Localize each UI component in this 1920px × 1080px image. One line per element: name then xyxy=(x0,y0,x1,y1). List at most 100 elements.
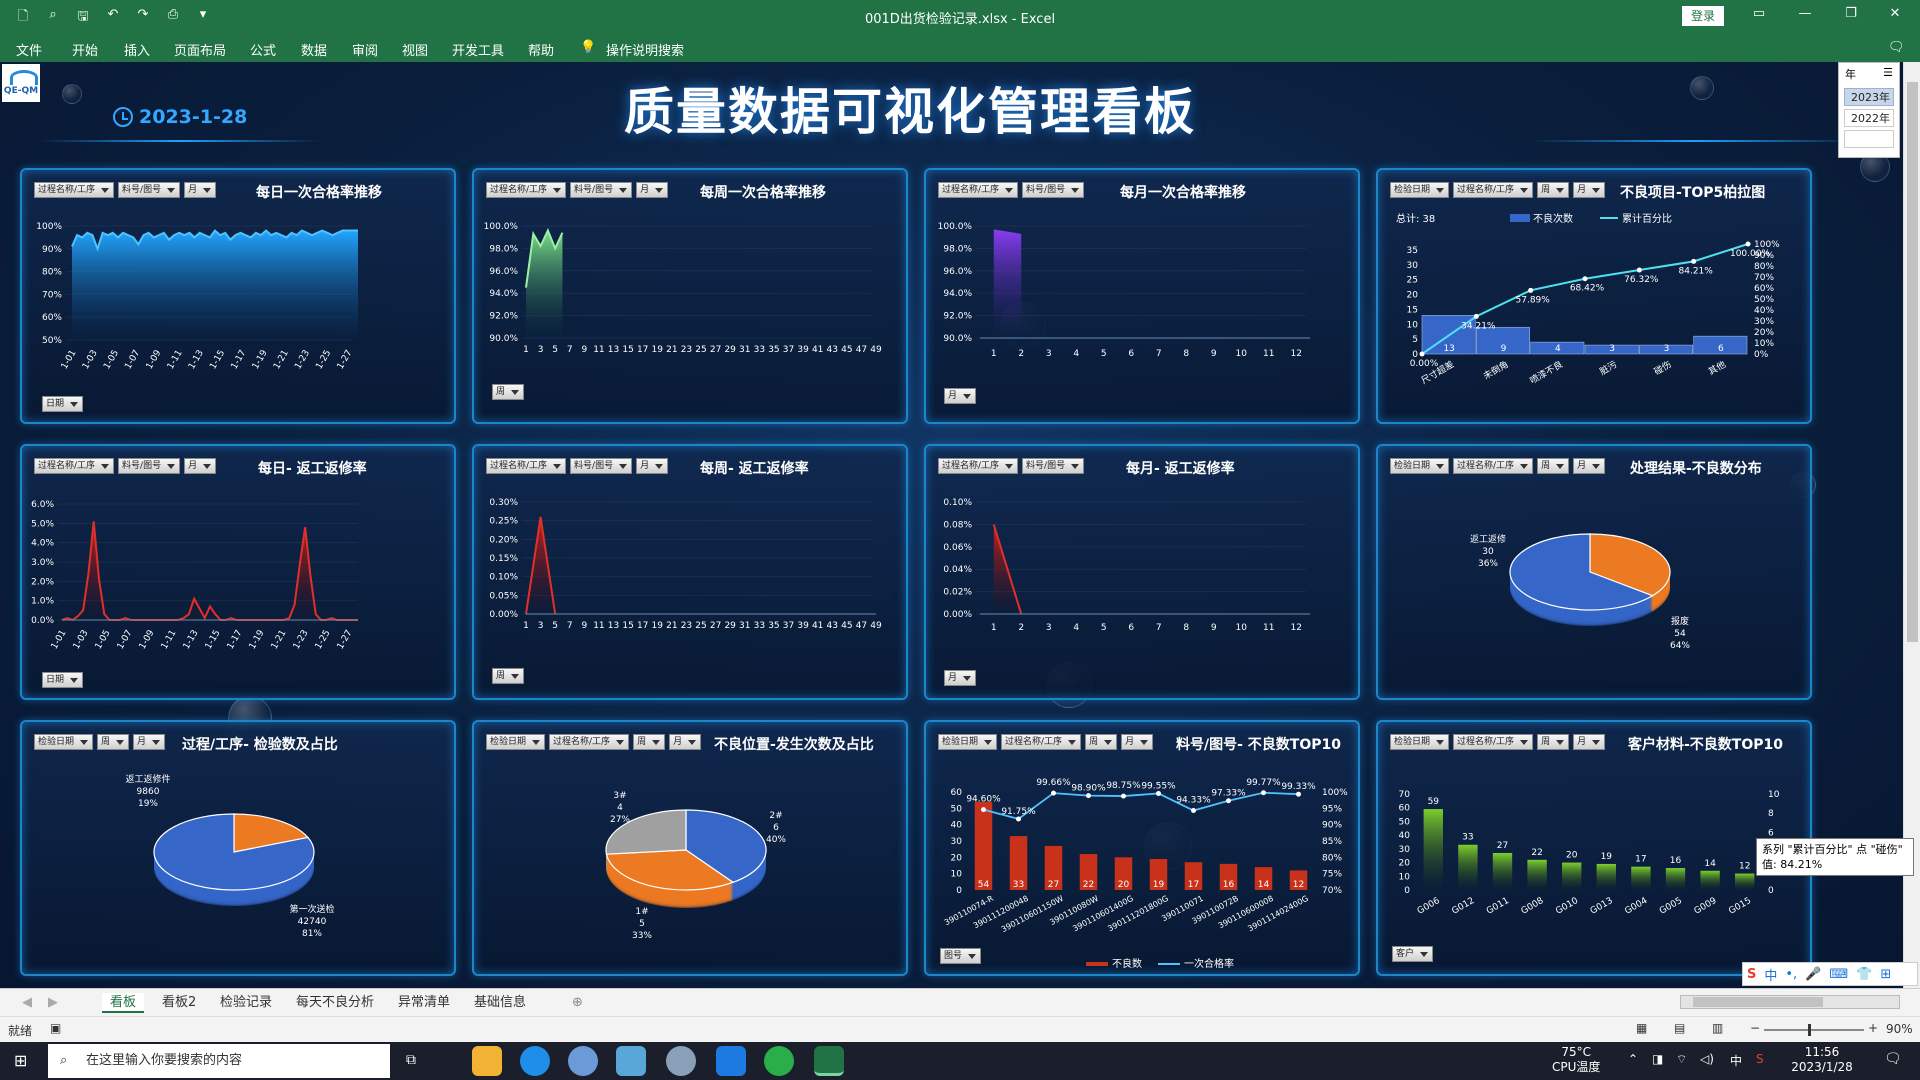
rate-point xyxy=(981,807,986,813)
close-button[interactable]: ✕ xyxy=(1880,6,1910,21)
page-layout-icon[interactable]: ▤ xyxy=(1674,1021,1685,1035)
login-button[interactable]: 登录 xyxy=(1682,6,1724,26)
zoom-slider[interactable] xyxy=(1764,1024,1864,1036)
tab-help[interactable]: 帮助 xyxy=(528,40,554,59)
x-tick-label: 17 xyxy=(637,345,648,355)
ime-mode[interactable]: 中 xyxy=(1764,965,1777,984)
chat-app-icon[interactable] xyxy=(666,1046,696,1076)
notification-icon[interactable]: 🗨 xyxy=(1884,1051,1902,1067)
y-tick-label: 0.15% xyxy=(489,554,518,564)
keyboard-icon[interactable]: ⌨ xyxy=(1829,967,1848,982)
bar-value-label: 17 xyxy=(1635,855,1646,865)
tab-formulas[interactable]: 公式 xyxy=(250,40,276,59)
wifi-icon[interactable]: ⌔ xyxy=(1676,1052,1687,1067)
ribbon-display-icon[interactable]: ▭ xyxy=(1744,6,1774,21)
slicer-item-blank[interactable] xyxy=(1844,130,1894,148)
file-explorer-icon[interactable] xyxy=(472,1046,502,1076)
tab-developer[interactable]: 开发工具 xyxy=(452,40,504,59)
slicer-item-2022[interactable]: 2022年 xyxy=(1844,109,1894,127)
task-view-icon[interactable]: ⧉ xyxy=(406,1052,416,1068)
axis-week-button[interactable]: 周 xyxy=(492,668,525,684)
sheet-tab-dashboard[interactable]: 看板 xyxy=(102,993,145,1013)
slicer-item-2023[interactable]: 2023年 xyxy=(1844,88,1894,106)
edge-icon[interactable] xyxy=(520,1046,550,1076)
zoom-out-icon[interactable]: − xyxy=(1750,1021,1760,1035)
y-tick-label: 20 xyxy=(1407,291,1419,301)
tab-prev-icon[interactable]: ◀ xyxy=(22,993,32,1013)
tab-next-icon[interactable]: ▶ xyxy=(48,993,58,1013)
axis-customer-button[interactable]: 客户 xyxy=(1392,946,1434,962)
restore-button[interactable]: ❐ xyxy=(1836,6,1866,21)
y-tick-label: 50 xyxy=(1399,817,1411,827)
bar-value-label: 17 xyxy=(1188,880,1199,890)
taskbar-search[interactable]: ⌕ 在这里输入你要搜索的内容 xyxy=(48,1044,390,1078)
y-tick-label: 94.0% xyxy=(489,289,518,299)
sheet-tab-dashboard2[interactable]: 看板2 xyxy=(162,993,196,1013)
axis-part-button[interactable]: 图号 xyxy=(940,948,982,964)
sheet-tab-records[interactable]: 检验记录 xyxy=(220,993,272,1013)
input-method[interactable]: 中 xyxy=(1730,1052,1742,1069)
x-tick-label: 12 xyxy=(1291,623,1302,633)
x-tick-label: 23 xyxy=(681,621,692,631)
legend-label: 不良次数 xyxy=(1533,212,1573,225)
rate-point xyxy=(1191,808,1196,814)
page-break-icon[interactable]: ▥ xyxy=(1712,1021,1723,1035)
tab-data[interactable]: 数据 xyxy=(301,40,327,59)
customer-bar xyxy=(1423,809,1443,890)
y2-tick-label: 70% xyxy=(1322,886,1342,896)
axis-month-button[interactable]: 月 xyxy=(944,388,977,404)
tab-page-layout[interactable]: 页面布局 xyxy=(174,40,226,59)
multi-select-icon[interactable]: ☰ xyxy=(1883,66,1893,82)
notes-icon[interactable] xyxy=(616,1046,646,1076)
pie-label-name: 2# xyxy=(769,811,782,821)
x-tick-label: 13 xyxy=(608,345,619,355)
tab-insert[interactable]: 插入 xyxy=(124,40,150,59)
sheet-tab-daily-defects[interactable]: 每天不良分析 xyxy=(296,993,374,1013)
windows-start-icon[interactable]: ⊞ xyxy=(14,1051,27,1070)
monthly-rework-chart: 0.00%0.02%0.04%0.06%0.08%0.10%1 2 3 4 5 6 7 8 9 1… xyxy=(943,498,1310,633)
axis-month-button[interactable]: 月 xyxy=(944,670,977,686)
y-tick-label: 40 xyxy=(1399,831,1411,841)
zoom-level[interactable]: 90% xyxy=(1886,1022,1913,1036)
x-tick-label: 5 xyxy=(1101,349,1107,359)
dashboard-date: 2023-1-28 xyxy=(113,106,247,128)
horizontal-scrollbar[interactable] xyxy=(1680,995,1900,1009)
tray-app-icon[interactable]: ◨ xyxy=(1652,1052,1663,1066)
tray-chevron-icon[interactable]: ⌃ xyxy=(1628,1052,1638,1066)
sogou-tray-icon[interactable]: S xyxy=(1756,1052,1764,1066)
sheet-tab-basic-info[interactable]: 基础信息 xyxy=(474,993,526,1013)
tab-view[interactable]: 视图 xyxy=(402,40,428,59)
minimize-button[interactable]: — xyxy=(1790,6,1820,21)
rate-label: 99.33% xyxy=(1281,782,1316,792)
grid-icon[interactable]: ⊞ xyxy=(1880,967,1891,982)
comments-icon[interactable]: 🗨 xyxy=(1888,40,1905,55)
x-tick-label: 39 xyxy=(797,621,809,631)
bar-value-label: 33 xyxy=(1013,880,1024,890)
axis-week-button[interactable]: 周 xyxy=(492,384,525,400)
x-tick-label: 5 xyxy=(552,621,558,631)
excel-icon[interactable] xyxy=(814,1046,844,1076)
wechat-icon[interactable] xyxy=(764,1046,794,1076)
axis-date-button[interactable]: 日期 xyxy=(42,672,84,688)
zoom-in-icon[interactable]: + xyxy=(1868,1021,1878,1035)
normal-view-icon[interactable]: ▦ xyxy=(1636,1021,1647,1035)
paint-icon[interactable] xyxy=(568,1046,598,1076)
macro-record-icon[interactable]: ▣ xyxy=(50,1021,61,1035)
skin-icon[interactable]: 👕 xyxy=(1856,967,1872,982)
tab-review[interactable]: 审阅 xyxy=(352,40,378,59)
mic-icon[interactable]: 🎤 xyxy=(1805,967,1821,982)
tab-home[interactable]: 开始 xyxy=(72,40,98,59)
ime-toolbar[interactable]: S 中 •, 🎤 ⌨ 👕 ⊞ xyxy=(1742,962,1918,986)
y-tick-label: 0 xyxy=(1404,886,1410,896)
pie-label-value: 54 xyxy=(1674,629,1686,639)
add-sheet-icon[interactable]: ⊕ xyxy=(572,993,583,1013)
axis-date-button[interactable]: 日期 xyxy=(42,396,84,412)
clock-date: 2023/1/28 xyxy=(1791,1060,1853,1074)
tell-me-search[interactable]: 操作说明搜索 xyxy=(606,40,684,59)
punct-icon[interactable]: •, xyxy=(1785,967,1797,982)
sheet-tab-exceptions[interactable]: 异常清单 xyxy=(398,993,450,1013)
tool-app-icon[interactable] xyxy=(716,1046,746,1076)
volume-icon[interactable]: ◁) xyxy=(1700,1052,1714,1066)
tab-file[interactable]: 文件 xyxy=(16,40,42,59)
scroll-thumb[interactable] xyxy=(1907,82,1918,642)
